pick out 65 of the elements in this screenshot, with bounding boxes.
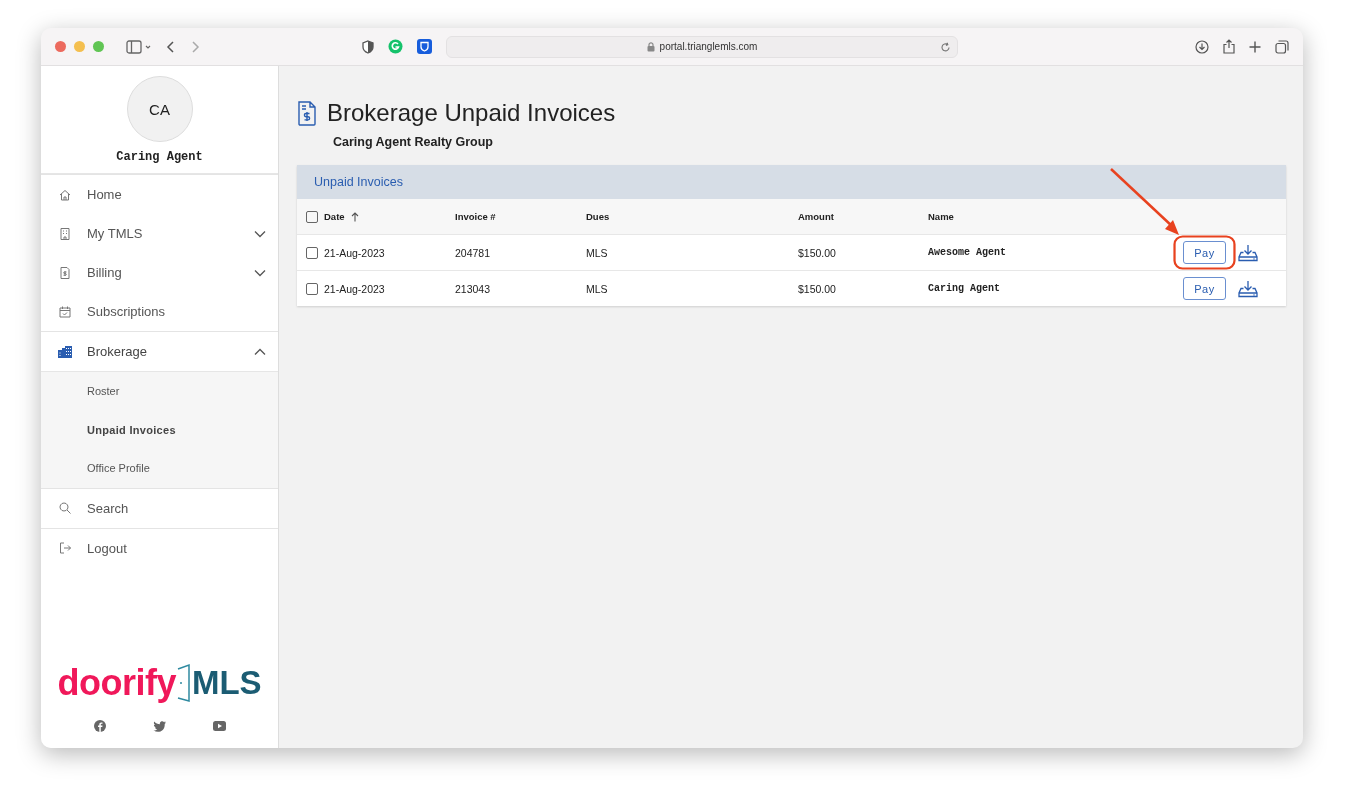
table-cell: Awesome Agent [928, 247, 1006, 258]
sidebar-toggle-icon[interactable] [126, 39, 152, 54]
close-icon[interactable] [55, 41, 66, 52]
password-manager-icon[interactable] [417, 39, 432, 54]
download-icon[interactable] [1238, 243, 1258, 262]
row-checkbox[interactable] [306, 246, 318, 259]
table-cell: 21-Aug-2023 [324, 246, 385, 259]
tabs-overview-icon[interactable] [1275, 39, 1289, 54]
sidebar-item[interactable]: Subscriptions [41, 292, 278, 331]
sort-arrow-icon[interactable] [350, 211, 359, 222]
sidebar-item[interactable]: Logout [41, 528, 278, 568]
door-icon [176, 663, 191, 703]
table-cell: MLS [586, 246, 608, 259]
back-icon[interactable] [166, 39, 176, 54]
table-cell: 204781 [455, 246, 491, 259]
sidebar-item[interactable]: Home [41, 175, 278, 214]
lock-icon [646, 41, 655, 52]
pay-button[interactable]: Pay [1183, 241, 1226, 264]
user-name: Caring Agent [116, 150, 203, 164]
table-cell: $150.00 [798, 246, 836, 259]
building-icon [57, 225, 73, 242]
column-header[interactable]: Date [324, 211, 345, 222]
sidebar-subitem[interactable]: Roster [41, 372, 278, 411]
sidebar-subitem[interactable]: Unpaid Invoices [41, 410, 278, 449]
chevron-down-icon [254, 268, 266, 277]
sidebar-item[interactable]: Billing [41, 253, 278, 292]
sidebar-item[interactable]: Search [41, 488, 278, 528]
column-header[interactable]: Name [928, 211, 954, 222]
sidebar-subitem[interactable]: Office Profile [41, 449, 278, 488]
row-checkbox[interactable] [306, 282, 318, 295]
panel-title: Unpaid Invoices [314, 175, 403, 189]
sidebar-item[interactable]: My TMLS [41, 214, 278, 253]
share-icon[interactable] [1223, 39, 1235, 54]
table-cell: 213043 [455, 282, 491, 295]
address-bar[interactable]: portal.trianglemls.com [446, 35, 958, 58]
table-cell: 21-Aug-2023 [324, 282, 385, 295]
facebook-icon[interactable] [93, 720, 106, 732]
search-icon [57, 500, 73, 516]
doorify-logo: doorify MLS [56, 662, 263, 704]
youtube-icon[interactable] [212, 721, 226, 731]
table-cell: $150.00 [798, 282, 836, 295]
invoice-icon [297, 100, 317, 126]
select-all-checkbox[interactable] [306, 210, 318, 223]
twitter-icon[interactable] [152, 720, 166, 732]
office-name: Caring Agent Realty Group [333, 135, 494, 149]
column-header[interactable]: Amount [798, 211, 834, 222]
new-tab-icon[interactable] [1249, 40, 1261, 53]
pay-button[interactable]: Pay [1183, 277, 1226, 300]
chevron-up-icon [254, 347, 266, 356]
download-icon[interactable] [1238, 279, 1258, 298]
table-cell: MLS [586, 282, 608, 295]
logout-icon [57, 540, 73, 556]
sidebar-item[interactable]: Brokerage [41, 332, 278, 371]
shield-icon[interactable] [362, 39, 374, 54]
office-icon [57, 343, 73, 360]
page-title: Brokerage Unpaid Invoices [327, 99, 616, 127]
reload-icon[interactable] [940, 41, 951, 53]
url-text: portal.trianglemls.com [659, 41, 758, 52]
column-header[interactable]: Dues [586, 211, 610, 222]
column-header[interactable]: Invoice # [455, 211, 496, 222]
avatar: CA [126, 76, 193, 142]
chevron-down-icon [254, 229, 266, 238]
bill-icon [57, 264, 73, 281]
download-icon[interactable] [1195, 39, 1209, 54]
table-cell: Caring Agent [928, 283, 1000, 294]
